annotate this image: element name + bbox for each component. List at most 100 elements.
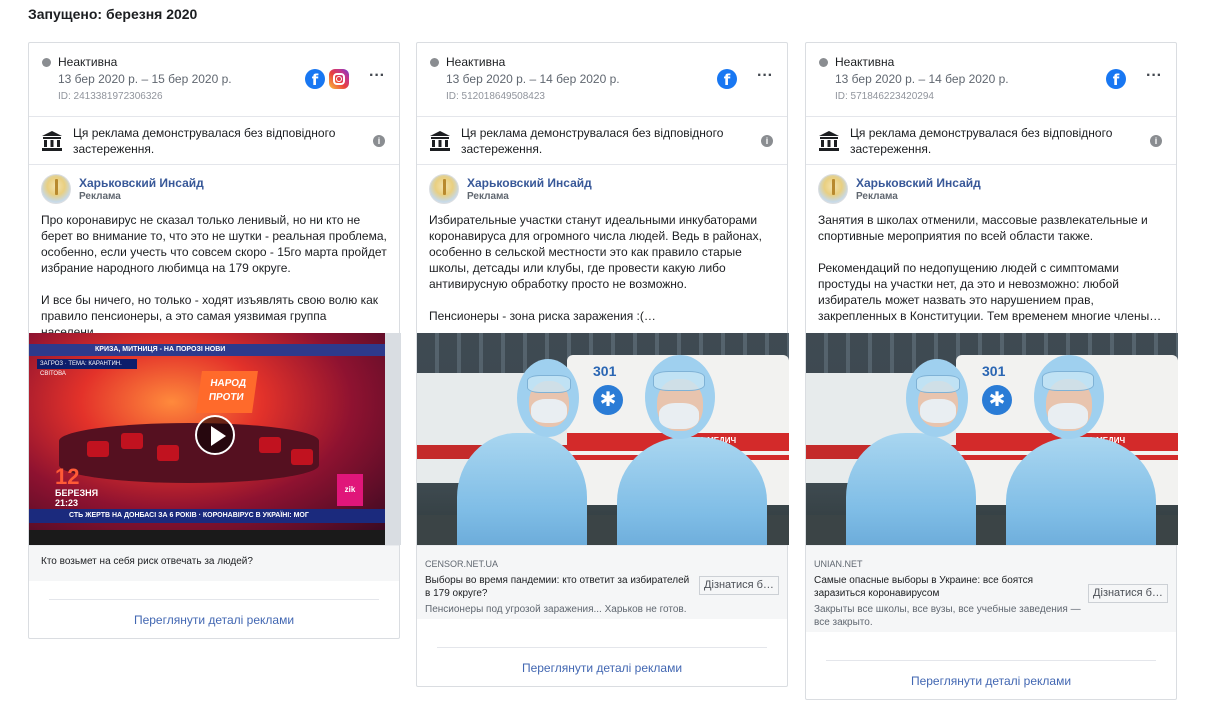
platform-icons: f	[717, 69, 737, 89]
link-description: Закрыты все школы, все вузы, все учебные…	[814, 604, 1081, 628]
more-options-icon[interactable]: ···	[1146, 68, 1162, 84]
status-dot-icon	[42, 57, 51, 67]
star-of-life-icon: ✱	[982, 385, 1012, 415]
ad-video[interactable]: КРИЗА, МИТНИЦЯ - НА ПОРОЗІ НОВИ ЗАГРОЗ ·…	[29, 333, 401, 545]
studio-chair	[87, 441, 109, 457]
ad-card-header: Неактивна 13 бер 2020 р. – 14 бер 2020 р…	[806, 43, 1176, 117]
studio-chair	[157, 445, 179, 461]
ad-text-paragraph: Занятия в школах отменили, массовые разв…	[818, 213, 1148, 243]
bank-icon	[42, 131, 62, 151]
facebook-icon: f	[1106, 69, 1126, 89]
ad-text-paragraph: Про коронавирус не сказал только ленивый…	[41, 213, 387, 275]
more-options-icon[interactable]: ···	[757, 68, 773, 84]
instagram-icon	[329, 69, 349, 89]
ad-body: Харьковский Инсайд Реклама Про коронавир…	[29, 173, 401, 581]
ad-image[interactable]: 301 ✱ ВИДКА МЕДИЧ	[806, 333, 1178, 545]
advertiser-name[interactable]: Харьковский Инсайд	[467, 176, 592, 191]
ad-card-header: Неактивна 13 бер 2020 р. – 15 бер 2020 р…	[29, 43, 399, 117]
ad-details-link[interactable]: Переглянути деталі реклами	[417, 660, 787, 676]
learn-more-button[interactable]: Дізнатися б…	[1088, 584, 1168, 603]
medics-image: 301 ✱ ВИДКА МЕДИЧ	[417, 333, 789, 545]
ambulance-number: 301	[593, 363, 617, 379]
tv-bottom-ticker: СТЬ ЖЕРТВ НА ДОНБАСІ ЗА 6 РОКІВ · КОРОНА…	[29, 509, 385, 523]
ad-image[interactable]: 301 ✱ ВИДКА МЕДИЧ	[417, 333, 789, 545]
ad-id: ID: 512018649508423	[446, 91, 545, 102]
medics-image: 301 ✱ ВИДКА МЕДИЧ	[806, 333, 1178, 545]
ad-caption: Кто возьмет на себя риск отвечать за люд…	[29, 545, 399, 581]
disclaimer-row: Ця реклама демонструвалася без відповідн…	[417, 117, 787, 165]
ad-text-paragraph: Рекомендаций по недопущению людей с симп…	[818, 261, 1162, 323]
disclaimer-text: Ця реклама демонструвалася без відповідн…	[850, 126, 1113, 156]
ad-body: Харьковский Инсайд Реклама Избирательные…	[417, 173, 789, 619]
info-icon[interactable]: i	[373, 135, 385, 147]
sponsored-label: Реклама	[856, 190, 898, 202]
sponsored-label: Реклама	[79, 190, 121, 202]
link-domain: CENSOR.NET.UA	[425, 559, 499, 569]
tv-top-ticker: КРИЗА, МИТНИЦЯ - НА ПОРОЗІ НОВИ	[29, 344, 385, 356]
link-domain: UNIAN.NET	[814, 559, 863, 569]
ad-card: Неактивна 13 бер 2020 р. – 15 бер 2020 р…	[28, 42, 401, 639]
sponsored-label: Реклама	[467, 190, 509, 202]
tv-month: БЕРЕЗНЯ	[55, 488, 99, 498]
advertiser-name[interactable]: Харьковский Инсайд	[856, 176, 981, 191]
link-preview[interactable]: CENSOR.NET.UA Выборы во время пандемии: …	[417, 545, 787, 619]
ad-id: ID: 2413381972306326	[58, 91, 163, 102]
platform-icons: f	[305, 69, 349, 89]
status-label: Неактивна	[446, 55, 506, 69]
tv-bottom	[29, 530, 385, 545]
star-of-life-icon: ✱	[593, 385, 623, 415]
studio-chair	[259, 437, 281, 453]
link-preview[interactable]: UNIAN.NET Самые опасные выборы в Украине…	[806, 545, 1176, 632]
ad-card-header: Неактивна 13 бер 2020 р. – 14 бер 2020 р…	[417, 43, 787, 117]
ad-card: Неактивна 13 бер 2020 р. – 14 бер 2020 р…	[416, 42, 789, 687]
ad-text-paragraph: Избирательные участки станут идеальными …	[429, 213, 762, 291]
ad-card: Неактивна 13 бер 2020 р. – 14 бер 2020 р…	[805, 42, 1178, 700]
tv-time: 21:23	[55, 498, 79, 508]
ambulance-number: 301	[982, 363, 1006, 379]
tv-date: 12 БЕРЕЗНЯ 21:23	[55, 464, 99, 509]
bank-icon	[430, 131, 450, 151]
info-icon[interactable]: i	[761, 135, 773, 147]
tv-bezel	[385, 333, 401, 545]
disclaimer-row: Ця реклама демонструвалася без відповідн…	[806, 117, 1176, 165]
studio-chair	[291, 449, 313, 465]
learn-more-button[interactable]: Дізнатися б…	[699, 576, 779, 595]
studio-chair	[121, 433, 143, 449]
link-title[interactable]: Выборы во время пандемии: кто ответит за…	[425, 574, 695, 600]
ad-details-link[interactable]: Переглянути деталі реклами	[29, 612, 399, 628]
status-dot-icon	[430, 57, 439, 67]
ad-text: Избирательные участки станут идеальными …	[429, 212, 775, 333]
tv-show-title: НАРОД ПРОТИ	[196, 371, 258, 413]
info-icon[interactable]: i	[1150, 135, 1162, 147]
ad-id: ID: 571846223420294	[835, 91, 934, 102]
disclaimer-text: Ця реклама демонструвалася без відповідн…	[461, 126, 724, 156]
advertiser-avatar[interactable]	[818, 174, 848, 204]
link-title[interactable]: Самые опасные выборы в Украине: все боят…	[814, 574, 1084, 600]
link-description: Пенсионеры под угрозой заражения... Харь…	[425, 604, 687, 615]
ad-text: Про коронавирус не сказал только ленивый…	[41, 212, 387, 339]
advertiser-row: Харьковский Инсайд Реклама	[818, 173, 1164, 205]
advertiser-name[interactable]: Харьковский Инсайд	[79, 176, 204, 191]
ad-text: Занятия в школах отменили, массовые разв…	[818, 212, 1164, 333]
tv-small-ticker: ЗАГРОЗ · ТЕМА: КАРАНТИН. СВІТОВА	[37, 359, 137, 377]
advertiser-avatar[interactable]	[41, 174, 71, 204]
bank-icon	[819, 131, 839, 151]
play-icon[interactable]	[195, 415, 235, 455]
tv-channel-logo: zik	[337, 474, 363, 506]
advertiser-avatar[interactable]	[429, 174, 459, 204]
advertiser-row: Харьковский Инсайд Реклама	[41, 173, 387, 205]
disclaimer-row: Ця реклама демонструвалася без відповідн…	[29, 117, 399, 165]
ad-body: Харьковский Инсайд Реклама Занятия в шко…	[806, 173, 1178, 632]
more-options-icon[interactable]: ···	[369, 68, 385, 84]
ad-details-link[interactable]: Переглянути деталі реклами	[806, 673, 1176, 689]
facebook-icon: f	[717, 69, 737, 89]
status-dot-icon	[819, 57, 828, 67]
platform-icons: f	[1106, 69, 1126, 89]
advertiser-row: Харьковский Инсайд Реклама	[429, 173, 775, 205]
launched-heading: Запущено: березня 2020	[28, 6, 198, 22]
tv-day: 12	[55, 464, 80, 489]
status-label: Неактивна	[58, 55, 118, 69]
status-label: Неактивна	[835, 55, 895, 69]
disclaimer-text: Ця реклама демонструвалася без відповідн…	[73, 126, 336, 156]
ad-text-paragraph: Пенсионеры - зона риска заражения :(…	[429, 309, 656, 323]
